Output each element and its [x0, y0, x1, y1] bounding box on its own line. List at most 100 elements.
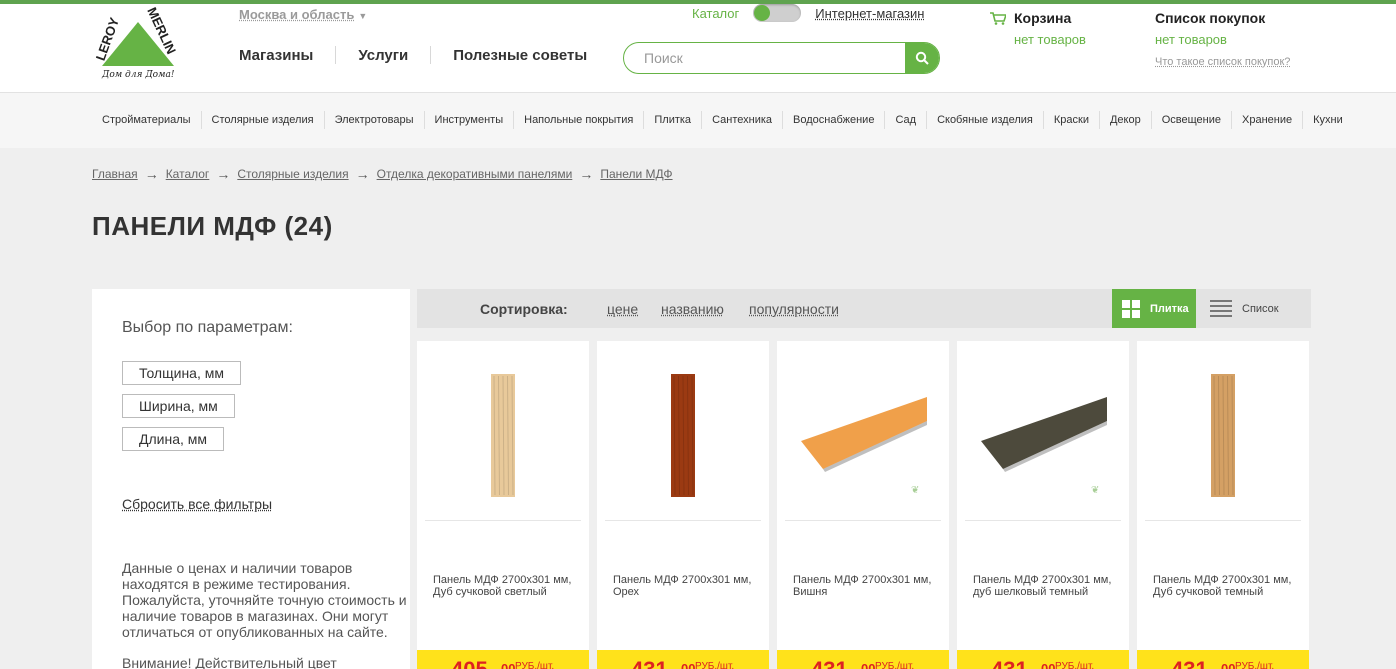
filter-thickness-button[interactable]: Толщина, мм: [122, 361, 241, 385]
product-name[interactable]: Панель МДФ 2700х301 мм, дуб шелковый тем…: [973, 574, 1123, 598]
breadcrumb-home[interactable]: Главная: [92, 167, 138, 181]
shopping-list-status: нет товаров: [1155, 32, 1227, 47]
toggle-catalog-label[interactable]: Каталог: [692, 6, 739, 21]
product-card[interactable]: Панель МДФ 2700х301 мм, Орех 431 00 РУБ.…: [597, 341, 769, 669]
grid-icon: [1122, 299, 1140, 318]
breadcrumb-mdf[interactable]: Панели МДФ: [600, 167, 672, 181]
catalog-switch[interactable]: [753, 4, 802, 22]
nav-divider: [335, 46, 337, 64]
cart-status: нет товаров: [1014, 32, 1086, 47]
sort-label: Сортировка:: [480, 301, 568, 317]
category-item[interactable]: Кухни: [1302, 111, 1353, 129]
color-warning: Внимание! Действительный цвет: [122, 655, 337, 669]
category-item[interactable]: Инструменты: [423, 111, 514, 129]
category-item[interactable]: Сантехника: [701, 111, 782, 129]
category-item[interactable]: Электротовары: [323, 111, 424, 129]
card-divider: [785, 520, 941, 521]
reset-filters-link[interactable]: Сбросить все фильтры: [122, 496, 272, 512]
view-tile-button[interactable]: Плитка: [1112, 289, 1196, 328]
price-cents: 00: [501, 661, 516, 669]
price-unit: РУБ./шт.: [1055, 661, 1095, 669]
price-amount: 431: [631, 657, 668, 669]
price-amount: 431: [811, 657, 848, 669]
card-divider: [605, 520, 761, 521]
category-item[interactable]: Водоснабжение: [782, 111, 884, 129]
breadcrumb-joinery[interactable]: Столярные изделия: [237, 167, 348, 181]
category-item[interactable]: Сад: [884, 111, 926, 129]
shopping-list-widget[interactable]: Список покупок нет товаров Что такое спи…: [1155, 10, 1290, 68]
search-input[interactable]: [624, 43, 906, 73]
sort-by-name[interactable]: названию: [661, 301, 724, 317]
category-item[interactable]: Столярные изделия: [200, 111, 324, 129]
view-list-button[interactable]: Список: [1210, 289, 1279, 328]
site-header: LEROY MERLIN Дом для Дома! Москва и обла…: [0, 4, 1396, 92]
price-tag: 405 00 РУБ./шт.: [417, 650, 589, 669]
page-title: ПАНЕЛИ МДФ (24): [92, 211, 333, 241]
product-card[interactable]: ❦ Панель МДФ 2700х301 мм, Вишня 431 00 Р…: [777, 341, 949, 669]
filter-heading: Выбор по параметрам:: [122, 319, 293, 336]
breadcrumb-panels[interactable]: Отделка декоративными панелями: [377, 167, 573, 181]
arrow-right-icon: →: [144, 166, 159, 182]
search-icon: [915, 51, 929, 65]
arrow-right-icon: →: [216, 166, 231, 182]
search-button[interactable]: [905, 43, 939, 73]
product-name[interactable]: Панель МДФ 2700х301 мм, Вишня: [793, 574, 943, 598]
product-name[interactable]: Панель МДФ 2700х301 мм, Орех: [613, 574, 763, 598]
product-name[interactable]: Панель МДФ 2700х301 мм, Дуб сучковой тем…: [1153, 574, 1303, 598]
toggle-shop-label[interactable]: Интернет-магазин: [815, 6, 924, 21]
sort-by-popularity[interactable]: популярности: [749, 301, 839, 317]
chevron-down-icon: ▼: [358, 11, 368, 21]
leaf-watermark-icon: ❦: [1091, 485, 1099, 496]
breadcrumb-catalog[interactable]: Каталог: [166, 167, 210, 181]
product-image[interactable]: ❦: [957, 341, 1129, 521]
nav-services[interactable]: Услуги: [358, 47, 408, 64]
leaf-watermark-icon: ❦: [911, 485, 919, 496]
catalog-shop-toggle: Каталог Интернет-магазин: [692, 4, 924, 22]
category-item[interactable]: Краски: [1042, 111, 1099, 129]
product-image[interactable]: [1137, 341, 1309, 521]
nav-divider: [430, 46, 432, 64]
nav-stores[interactable]: Магазины: [239, 47, 313, 64]
price-unit: РУБ./шт.: [1235, 661, 1275, 669]
product-image[interactable]: [597, 341, 769, 521]
leroy-merlin-logo[interactable]: LEROY MERLIN Дом для Дома!: [92, 6, 184, 80]
product-card[interactable]: Панель МДФ 2700х301 мм, Дуб сучковой све…: [417, 341, 589, 669]
price-unit: РУБ./шт.: [695, 661, 735, 669]
category-item[interactable]: Освещение: [1150, 111, 1231, 129]
arrow-right-icon: →: [579, 166, 594, 182]
product-card[interactable]: ❦ Панель МДФ 2700х301 мм, дуб шелковый т…: [957, 341, 1129, 669]
product-card[interactable]: Панель МДФ 2700х301 мм, Дуб сучковой тем…: [1137, 341, 1309, 669]
region-selector[interactable]: Москва и область ▼: [239, 7, 367, 22]
price-unit: РУБ./шт.: [515, 661, 555, 669]
product-name[interactable]: Панель МДФ 2700х301 мм, Дуб сучковой све…: [433, 574, 583, 598]
category-item[interactable]: Хранение: [1231, 111, 1302, 129]
product-image[interactable]: [417, 341, 589, 521]
svg-text:Дом для Дома!: Дом для Дома!: [101, 70, 175, 80]
cart-icon: [990, 11, 1006, 25]
price-tag: 431 00 РУБ./шт.: [1137, 650, 1309, 669]
price-cents: 00: [681, 661, 696, 669]
nav-tips[interactable]: Полезные советы: [453, 47, 587, 64]
filter-length-button[interactable]: Длина, мм: [122, 427, 225, 451]
filter-panel: Выбор по параметрам: Толщина, мм Ширина,…: [92, 289, 410, 669]
category-item[interactable]: Плитка: [643, 111, 701, 129]
view-tile-label: Плитка: [1150, 302, 1189, 315]
product-image[interactable]: ❦: [777, 341, 949, 521]
category-item[interactable]: Стройматериалы: [92, 111, 201, 129]
price-tag: 431 00 РУБ./шт.: [777, 650, 949, 669]
price-tag: 431 00 РУБ./шт.: [597, 650, 769, 669]
shopping-list-help-link[interactable]: Что такое список покупок?: [1155, 56, 1290, 68]
sort-by-price[interactable]: цене: [607, 301, 638, 317]
card-divider: [425, 520, 581, 521]
category-list: Стройматериалы Столярные изделия Электро…: [92, 111, 1353, 129]
category-item[interactable]: Напольные покрытия: [513, 111, 643, 129]
filter-width-button[interactable]: Ширина, мм: [122, 394, 235, 418]
category-item[interactable]: Декор: [1098, 111, 1151, 129]
price-amount: 431: [991, 657, 1028, 669]
category-item[interactable]: Скобяные изделия: [926, 111, 1043, 129]
price-cents: 00: [1041, 661, 1056, 669]
cart-widget[interactable]: Корзина нет товаров: [990, 10, 1086, 47]
card-divider: [965, 520, 1121, 521]
search-box: [623, 42, 940, 74]
arrow-right-icon: →: [355, 166, 370, 182]
